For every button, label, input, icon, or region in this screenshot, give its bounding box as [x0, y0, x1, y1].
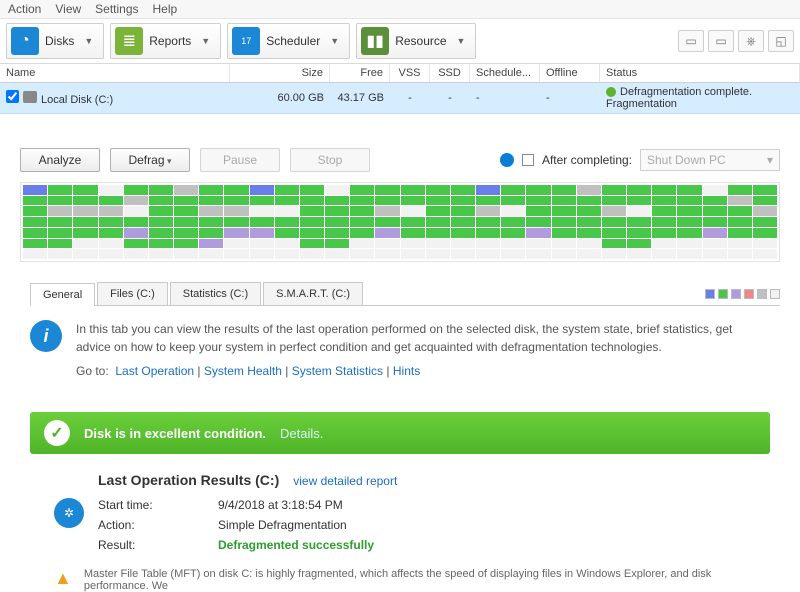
tab-statistics[interactable]: Statistics (C:)	[170, 282, 261, 305]
health-banner: ✓ Disk is in excellent condition. Detail…	[30, 412, 770, 454]
warning-row: ▲ Master File Table (MFT) on disk C: is …	[0, 558, 800, 592]
col-status[interactable]: Status	[600, 64, 800, 82]
view-report-link[interactable]: view detailed report	[293, 474, 397, 488]
col-size[interactable]: Size	[230, 64, 330, 82]
col-free[interactable]: Free	[330, 64, 390, 82]
cluster-map	[20, 182, 780, 262]
info-icon: i	[30, 320, 62, 352]
toolbar-resource[interactable]: ▮▮Resource▼	[356, 23, 476, 59]
tab-body: i In this tab you can view the results o…	[0, 306, 800, 394]
toolbar-scheduler[interactable]: Scheduler▼	[227, 23, 350, 59]
after-completing-select[interactable]: Shut Down PC▾	[640, 149, 780, 171]
col-vss[interactable]: VSS	[390, 64, 430, 82]
disk-grid-header: Name Size Free VSS SSD Schedule... Offli…	[0, 64, 800, 83]
col-name[interactable]: Name	[0, 64, 230, 82]
toolbar-disks[interactable]: ◔Disks▼	[6, 23, 104, 59]
drive-icon	[23, 91, 37, 103]
link-system-health[interactable]: System Health	[204, 364, 282, 378]
analyze-button[interactable]: Analyze	[20, 148, 100, 172]
col-ssd[interactable]: SSD	[430, 64, 470, 82]
mini-btn-2[interactable]: ▭	[708, 30, 734, 52]
defrag-button[interactable]: Defrag	[110, 148, 190, 172]
link-last-operation[interactable]: Last Operation	[115, 364, 194, 378]
disk-status: Defragmentation complete. Fragmentation	[600, 83, 800, 113]
resource-icon: ▮▮	[361, 27, 389, 55]
disk-size: 60.00 GB	[230, 89, 330, 107]
lastop-start-label: Start time:	[98, 498, 218, 512]
menu-view[interactable]: View	[55, 2, 81, 16]
disk-free: 43.17 GB	[330, 89, 390, 107]
refresh-icon[interactable]	[500, 153, 514, 167]
after-completing-label: After completing:	[542, 153, 632, 167]
menubar: Action View Settings Help	[0, 0, 800, 19]
pause-button: Pause	[200, 148, 280, 172]
check-icon: ✓	[44, 420, 70, 446]
last-operation: ✲ Last Operation Results (C:) view detail…	[0, 472, 800, 552]
cluster-legend	[705, 282, 780, 305]
lastop-result-label: Result:	[98, 538, 218, 552]
col-schedule[interactable]: Schedule...	[470, 64, 540, 82]
reports-icon: ≣	[115, 27, 143, 55]
toolbar: ◔Disks▼ ≣Reports▼ Scheduler▼ ▮▮Resource▼…	[0, 19, 800, 64]
tab-smart[interactable]: S.M.A.R.T. (C:)	[263, 282, 363, 305]
tabstrip: General Files (C:) Statistics (C:) S.M.A…	[30, 282, 780, 306]
menu-settings[interactable]: Settings	[95, 2, 138, 16]
col-offline[interactable]: Offline	[540, 64, 600, 82]
tab-general[interactable]: General	[30, 283, 95, 306]
mini-btn-4[interactable]: ◱	[768, 30, 794, 52]
disk-checkbox[interactable]	[6, 90, 19, 103]
after-completing-checkbox[interactable]	[522, 154, 534, 166]
toolbar-reports[interactable]: ≣Reports▼	[110, 23, 221, 59]
lastop-result-value: Defragmented successfully	[218, 538, 374, 552]
lastop-action-label: Action:	[98, 518, 218, 532]
info-text: In this tab you can view the results of …	[76, 320, 770, 356]
disk-row[interactable]: Local Disk (C:) 60.00 GB 43.17 GB - - - …	[0, 83, 800, 114]
menu-action[interactable]: Action	[8, 2, 41, 16]
status-ok-icon	[606, 87, 616, 97]
menu-help[interactable]: Help	[153, 2, 178, 16]
warning-icon: ▲	[54, 568, 72, 592]
link-hints[interactable]: Hints	[393, 364, 420, 378]
action-bar: Analyze Defrag Pause Stop After completi…	[0, 144, 800, 176]
health-text: Disk is in excellent condition.	[84, 426, 266, 441]
mini-btn-3[interactable]: ⎈	[738, 30, 764, 52]
lastop-start-value: 9/4/2018 at 3:18:54 PM	[218, 498, 343, 512]
disk-vss: -	[390, 89, 430, 107]
disk-sched: -	[470, 89, 540, 107]
stop-button: Stop	[290, 148, 370, 172]
mini-btn-1[interactable]: ▭	[678, 30, 704, 52]
health-details-link[interactable]: Details.	[280, 426, 323, 441]
disk-ssd: -	[430, 89, 470, 107]
disk-name: Local Disk (C:)	[41, 94, 113, 106]
link-system-statistics[interactable]: System Statistics	[292, 364, 383, 378]
calendar-icon	[232, 27, 260, 55]
lastop-action-value: Simple Defragmentation	[218, 518, 347, 532]
warning-text: Master File Table (MFT) on disk C: is hi…	[84, 568, 770, 592]
disk-offline: -	[540, 89, 600, 107]
goto-links: Go to: Last Operation | System Health | …	[76, 362, 770, 380]
lastop-title: Last Operation Results (C:)	[98, 472, 279, 488]
disk-icon: ◔	[11, 27, 39, 55]
gear-icon: ✲	[54, 498, 84, 528]
tab-files[interactable]: Files (C:)	[97, 282, 168, 305]
